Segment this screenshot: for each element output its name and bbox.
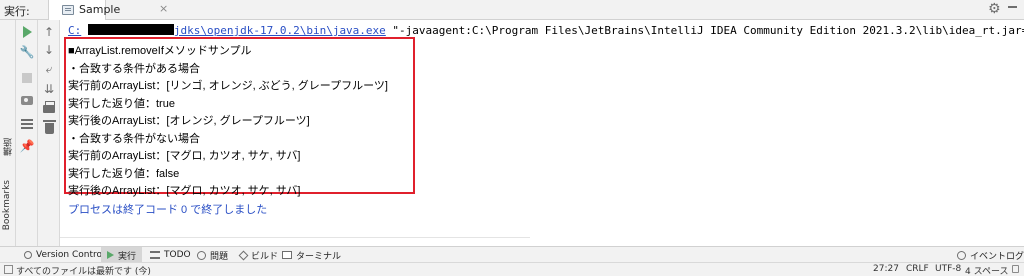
console-toolbar: ↑ ↓ ⤶ ⇊ <box>38 20 60 246</box>
run-label: 実行: <box>4 5 30 18</box>
run-config-icon <box>62 5 74 15</box>
pin-tab-button[interactable]: 📌 <box>19 138 35 154</box>
tab-build-label: ビルド <box>251 251 279 262</box>
tab-todo[interactable]: TODO <box>150 247 191 263</box>
tab-label: Sample <box>79 3 121 16</box>
problems-icon <box>197 250 206 260</box>
up-stack-button[interactable]: ↑ <box>41 24 57 40</box>
arrow-down-icon: ↓ <box>43 43 55 57</box>
status-bar: すべてのファイルは最新です (今) 27:27 CRLF UTF-8 4 スペー… <box>0 262 1024 276</box>
stop-icon <box>22 73 32 83</box>
status-message-icon <box>4 265 13 274</box>
exit-message: プロセスは終了コード 0 で終了しました <box>68 204 268 216</box>
clear-all-button[interactable] <box>41 119 57 136</box>
build-icon <box>238 250 249 260</box>
tool-window-bar: Version Control 実行 TODO 問題 ビルド ターミナル イベン… <box>0 246 1024 263</box>
run-icon <box>107 251 114 259</box>
divider <box>60 237 530 238</box>
tab-sample[interactable]: Sample × <box>48 0 168 20</box>
run-toolbar: 🔧 📌 <box>16 20 38 246</box>
tab-run-label: 実行 <box>118 251 137 262</box>
tab-version-control-label: Version Control <box>36 250 105 260</box>
print-button[interactable] <box>41 101 57 117</box>
trash-icon <box>42 119 56 134</box>
output-line: 実行した返り値：true <box>68 98 175 110</box>
scroll-to-end-icon: ⇊ <box>43 82 55 96</box>
camera-icon <box>21 95 33 105</box>
command-args: "-javaagent:C:\Program Files\JetBrains\I… <box>392 24 1024 37</box>
line-separator[interactable]: CRLF <box>906 264 929 274</box>
rerun-button[interactable] <box>19 24 35 40</box>
lock-icon[interactable] <box>1012 265 1019 273</box>
tab-terminal-label: ターミナル <box>296 251 342 262</box>
output-line: 実行前のArrayList：[マグロ, カツオ, サケ, サバ] <box>68 150 301 162</box>
file-encoding[interactable]: UTF-8 <box>935 264 961 274</box>
redacted-path <box>87 24 174 35</box>
modify-config-button[interactable]: 🔧 <box>19 44 35 60</box>
play-icon <box>22 26 32 38</box>
todo-icon <box>150 251 160 259</box>
java-exe-link[interactable]: jdks\openjdk-17.0.2\bin\java.exe <box>174 24 386 37</box>
output-line: 実行した返り値：false <box>68 168 180 180</box>
wrench-icon: 🔧 <box>19 45 35 59</box>
run-panel-header: 実行: Sample × ⚙ <box>0 0 1024 20</box>
tab-terminal[interactable]: ターミナル <box>282 247 341 263</box>
status-message[interactable]: すべてのファイルは最新です (今) <box>16 264 151 276</box>
output-line: ■ArrayList.removeIfメソッドサンプル <box>68 45 252 57</box>
bookmarks-tab[interactable]: Bookmarks <box>2 180 12 230</box>
layout-button[interactable] <box>19 116 35 132</box>
output-line: ・合致する条件がない場合 <box>68 133 200 145</box>
dump-threads-button[interactable] <box>19 92 35 108</box>
caret-position[interactable]: 27:27 <box>873 264 899 274</box>
down-stack-button[interactable]: ↓ <box>41 42 57 58</box>
tab-problems[interactable]: 問題 <box>197 247 228 263</box>
tab-todo-label: TODO <box>164 250 191 260</box>
tab-event-log-label: イベントログ <box>970 251 1024 262</box>
scroll-to-end-button[interactable]: ⇊ <box>41 81 57 97</box>
indent-setting[interactable]: 4 スペース <box>965 264 1009 276</box>
event-log-icon <box>957 250 966 260</box>
output-line: 実行後のArrayList：[マグロ, カツオ, サケ, サバ] <box>68 185 301 197</box>
tab-event-log[interactable]: イベントログ <box>957 247 1024 263</box>
tab-version-control[interactable]: Version Control <box>24 247 105 263</box>
tab-build[interactable]: ビルド <box>238 247 279 263</box>
stop-button[interactable] <box>19 70 35 86</box>
tab-close-icon[interactable]: × <box>159 2 168 15</box>
structure-tab[interactable]: 構造 <box>2 138 15 156</box>
minimize-icon[interactable] <box>1008 6 1017 8</box>
output-line: 実行前のArrayList：[リンゴ, オレンジ, ぶどう, グレープフルーツ] <box>68 80 388 92</box>
left-tool-strip: 構造 Bookmarks <box>0 20 16 246</box>
version-control-icon <box>24 251 32 259</box>
tab-problems-label: 問題 <box>210 251 229 262</box>
command-line: C: jdks\openjdk-17.0.2\bin\java.exe "-ja… <box>68 24 1024 37</box>
output-line: ・合致する条件がある場合 <box>68 63 200 75</box>
output-line: 実行後のArrayList：[オレンジ, グレープフルーツ] <box>68 115 310 127</box>
soft-wrap-button[interactable]: ⤶ <box>41 61 57 77</box>
tab-run[interactable]: 実行 <box>101 247 143 263</box>
terminal-icon <box>282 251 292 259</box>
printer-icon <box>43 101 55 113</box>
pin-icon: 📌 <box>19 139 35 153</box>
gear-icon[interactable]: ⚙ <box>988 1 1001 17</box>
soft-wrap-icon: ⤶ <box>45 61 53 76</box>
command-drive-link[interactable]: C: <box>68 24 81 37</box>
layout-icon <box>21 119 33 129</box>
console-output[interactable]: C: jdks\openjdk-17.0.2\bin\java.exe "-ja… <box>60 20 1024 246</box>
arrow-up-icon: ↑ <box>43 25 55 39</box>
